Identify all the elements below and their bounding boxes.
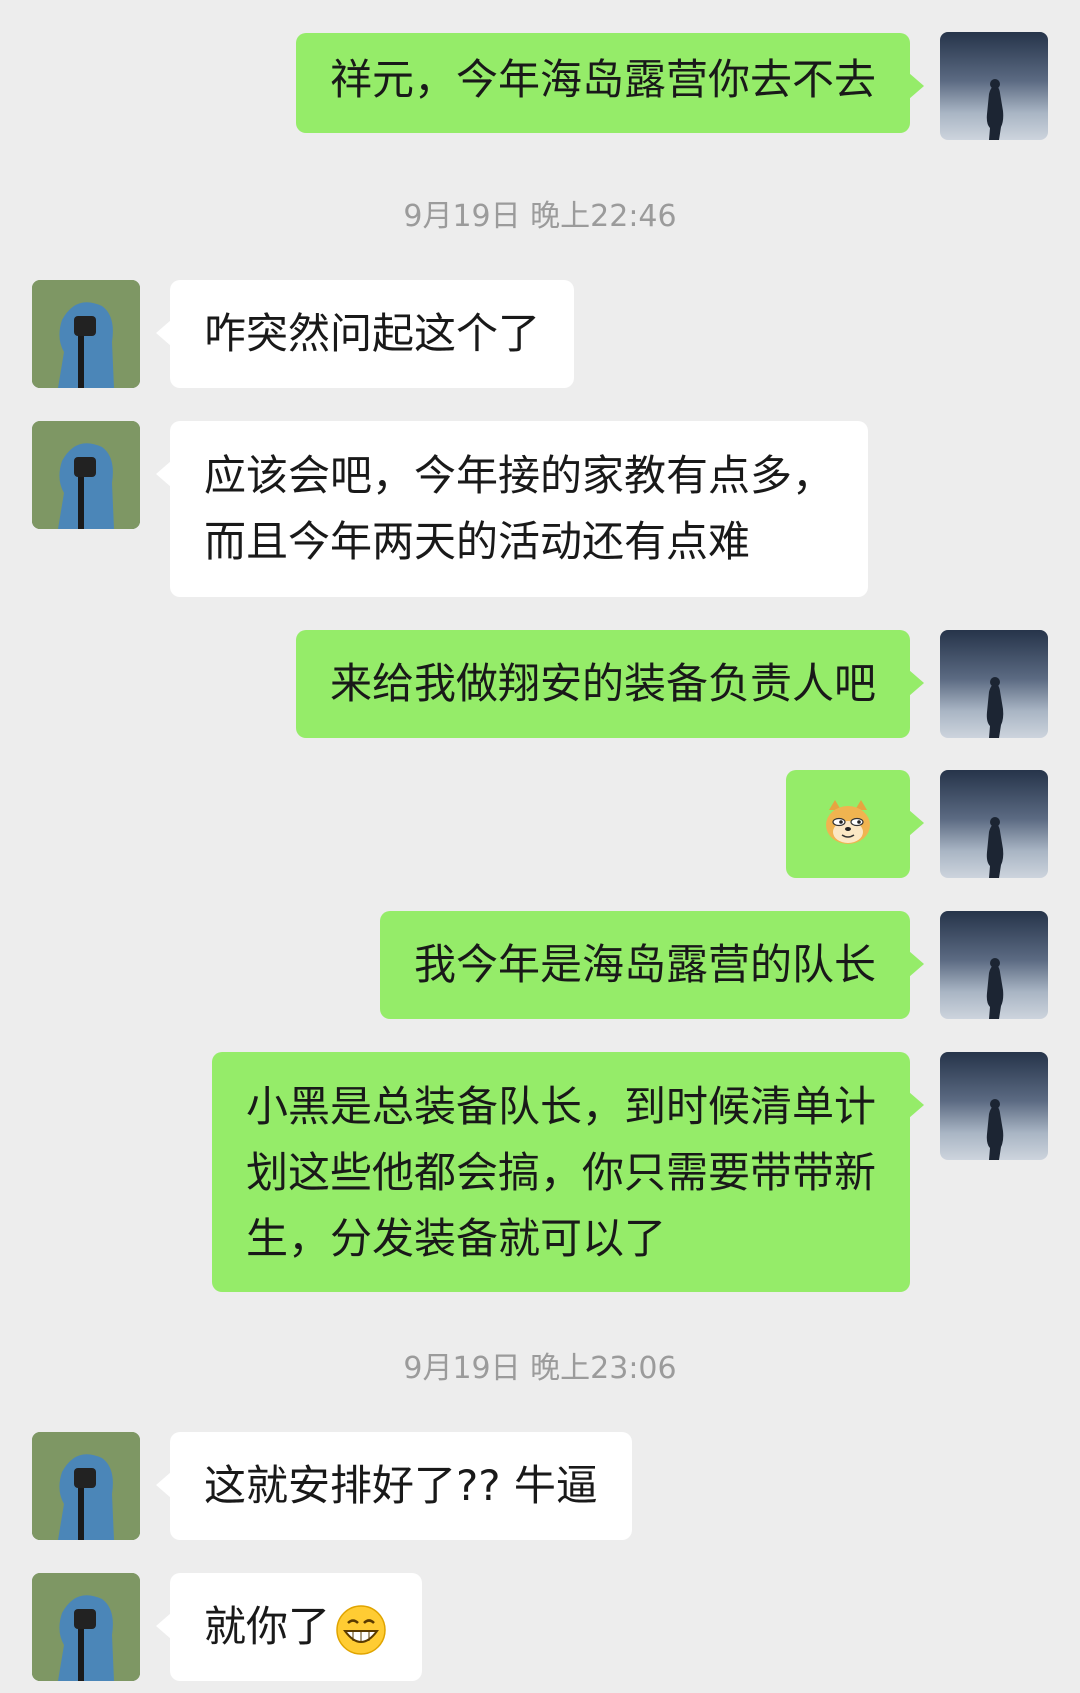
- message-text: 咋突然问起这个了: [204, 309, 541, 358]
- message-row-received: 就你了: [0, 1573, 1080, 1681]
- contact-avatar[interactable]: [32, 1432, 140, 1540]
- message-bubble[interactable]: 我今年是海岛露营的队长: [379, 911, 925, 1019]
- message-text: 生，分发装备就可以了: [245, 1214, 666, 1263]
- person-photo-avatar-icon: [32, 1573, 140, 1681]
- message-text: 而且今年两天的活动还有点难: [204, 517, 751, 566]
- message-bubble[interactable]: 就你了: [155, 1573, 423, 1681]
- silhouette-avatar-icon: [986, 677, 1004, 738]
- message-row-received: 应该会吧，今年接的家教有点多， 而且今年两天的活动还有点难: [0, 421, 1080, 597]
- silhouette-avatar-icon: [986, 79, 1004, 140]
- message-bubble[interactable]: 咋突然问起这个了: [155, 280, 575, 388]
- message-row-received: 这就安排好了?? 牛逼: [0, 1432, 1080, 1540]
- message-bubble[interactable]: 这就安排好了?? 牛逼: [156, 1432, 632, 1540]
- message-row-sent: 小黑是总装备队长，到时候清单计 划这些他都会搞，你只需要带带新 生，分发装备就可…: [0, 1052, 1080, 1292]
- doge-emoji-icon: [826, 800, 870, 844]
- message-text: 我今年是海岛露营的队长: [413, 940, 876, 989]
- my-avatar[interactable]: [940, 1052, 1048, 1160]
- person-photo-avatar-icon: [32, 421, 140, 529]
- message-bubble[interactable]: 应该会吧，今年接的家教有点多， 而且今年两天的活动还有点难: [155, 421, 869, 597]
- silhouette-avatar-icon: [986, 958, 1004, 1019]
- timestamp: 9月19日 晚上22:46: [403, 199, 677, 234]
- message-row-sent: 祥元，今年海岛露营你去不去: [0, 32, 1080, 140]
- message-row-sent: 我今年是海岛露营的队长: [0, 911, 1080, 1019]
- message-bubble[interactable]: 小黑是总装备队长，到时候清单计 划这些他都会搞，你只需要带带新 生，分发装备就可…: [211, 1052, 925, 1292]
- silhouette-avatar-icon: [986, 817, 1004, 878]
- message-text: 祥元，今年海岛露营你去不去: [329, 55, 876, 104]
- contact-avatar[interactable]: [32, 280, 140, 388]
- message-text: 应该会吧，今年接的家教有点多，: [204, 451, 835, 500]
- message-text: 这就安排好了?? 牛逼: [204, 1461, 598, 1510]
- my-avatar[interactable]: [940, 32, 1048, 140]
- message-text: 就你了: [204, 1602, 331, 1651]
- timestamp: 9月19日 晚上23:06: [403, 1351, 677, 1386]
- message-bubble[interactable]: [786, 770, 924, 878]
- contact-avatar[interactable]: [32, 1573, 140, 1681]
- grin-emoji-icon: [336, 1604, 386, 1655]
- my-avatar[interactable]: [940, 630, 1048, 738]
- my-avatar[interactable]: [940, 770, 1048, 878]
- message-text: 小黑是总装备队长，到时候清单计: [245, 1082, 876, 1131]
- person-photo-avatar-icon: [32, 280, 140, 388]
- message-row-sent: 来给我做翔安的装备负责人吧: [0, 630, 1080, 738]
- contact-avatar[interactable]: [32, 421, 140, 529]
- message-row-received: 咋突然问起这个了: [0, 280, 1080, 388]
- message-text: 来给我做翔安的装备负责人吧: [329, 659, 876, 708]
- message-bubble[interactable]: 祥元，今年海岛露营你去不去: [295, 33, 925, 133]
- message-row-sent: [0, 770, 1080, 878]
- chat-history: 祥元，今年海岛露营你去不去 9月19日 晚上22:46 咋突然问起这个了 应该会…: [0, 0, 1080, 1693]
- message-bubble[interactable]: 来给我做翔安的装备负责人吧: [295, 630, 925, 738]
- my-avatar[interactable]: [940, 911, 1048, 1019]
- silhouette-avatar-icon: [986, 1099, 1004, 1160]
- person-photo-avatar-icon: [32, 1432, 140, 1540]
- message-text: 划这些他都会搞，你只需要带带新: [245, 1148, 876, 1197]
